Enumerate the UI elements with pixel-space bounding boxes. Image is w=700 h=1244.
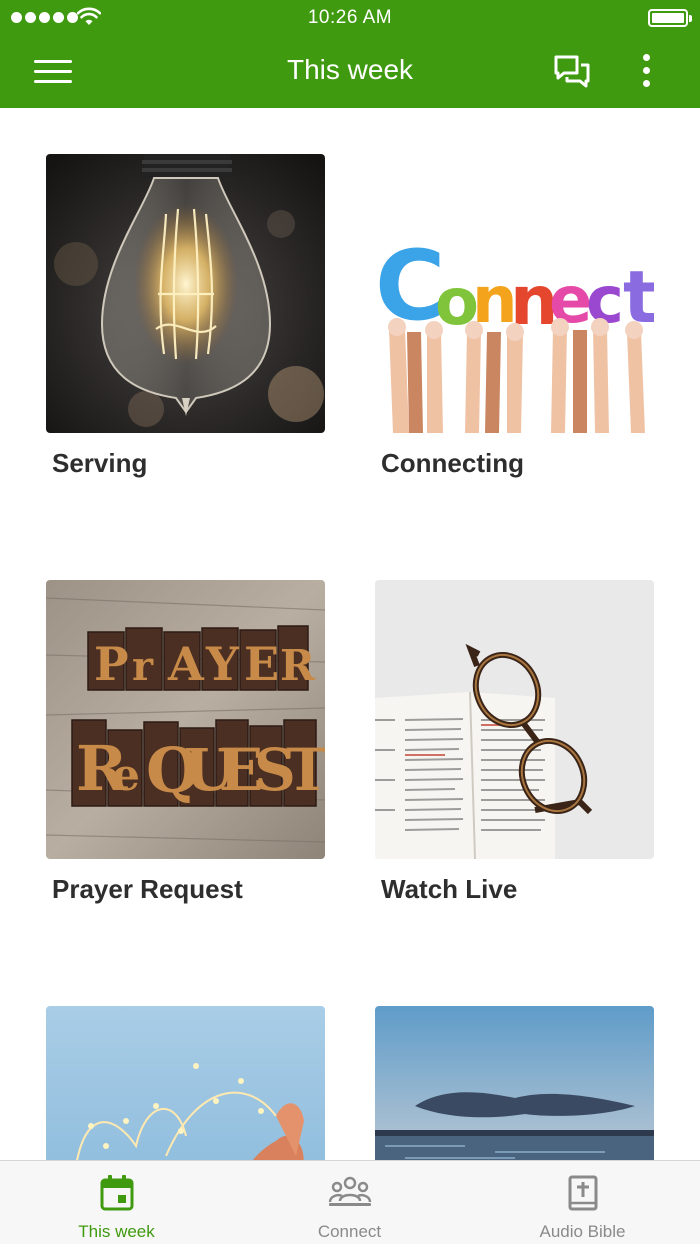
card-watch-live[interactable]: Watch Live (375, 580, 654, 904)
tab-connect[interactable]: Connect (233, 1161, 466, 1244)
card-connecting[interactable]: C o n n e c t Connecting (375, 154, 654, 478)
page-title: This week (286, 54, 414, 85)
svg-text:R: R (280, 641, 316, 690)
chat-bubbles-icon[interactable] (553, 54, 591, 88)
card-label: Serving (52, 448, 148, 478)
light-bulb-image (46, 154, 325, 433)
prayer-request-image: P r A Y E R R e Q U E S T (46, 580, 325, 859)
card-label: Watch Live (381, 874, 518, 904)
tab-label: Audio Bible (539, 1222, 626, 1241)
svg-text:Y: Y (205, 637, 240, 691)
connect-hands-image: C o n n e c t (375, 154, 654, 433)
tab-label: This week (78, 1222, 155, 1241)
tab-this-week[interactable]: This week (0, 1161, 233, 1244)
svg-text:A: A (167, 637, 205, 691)
calendar-icon (100, 1175, 133, 1211)
battery-icon (648, 9, 692, 27)
group-icon (328, 1176, 371, 1206)
tab-audio-bible[interactable]: Audio Bible (466, 1161, 699, 1244)
glasses-bible-image (375, 580, 654, 859)
bottom-tab-bar: This week Connect Audio Bible (0, 1160, 700, 1244)
svg-text:E: E (244, 637, 279, 691)
status-bar: 10:26 AM (0, 0, 700, 36)
svg-text:r: r (132, 643, 154, 690)
svg-text:P: P (94, 637, 129, 691)
card-serving[interactable]: Serving (46, 154, 325, 478)
card-prayer-request[interactable]: P r A Y E R R e Q U E S T Prayer Request (46, 580, 325, 904)
more-vertical-icon[interactable] (638, 52, 656, 90)
bible-icon (568, 1175, 597, 1211)
status-time: 10:26 AM (307, 7, 393, 28)
tab-label: Connect (317, 1222, 382, 1241)
card-label: Prayer Request (52, 874, 243, 904)
nav-bar: This week (0, 36, 700, 108)
card-label: Connecting (381, 448, 524, 478)
svg-text:e: e (112, 750, 140, 801)
svg-text:T: T (286, 736, 325, 804)
app-header: 10:26 AM This week (0, 0, 700, 108)
